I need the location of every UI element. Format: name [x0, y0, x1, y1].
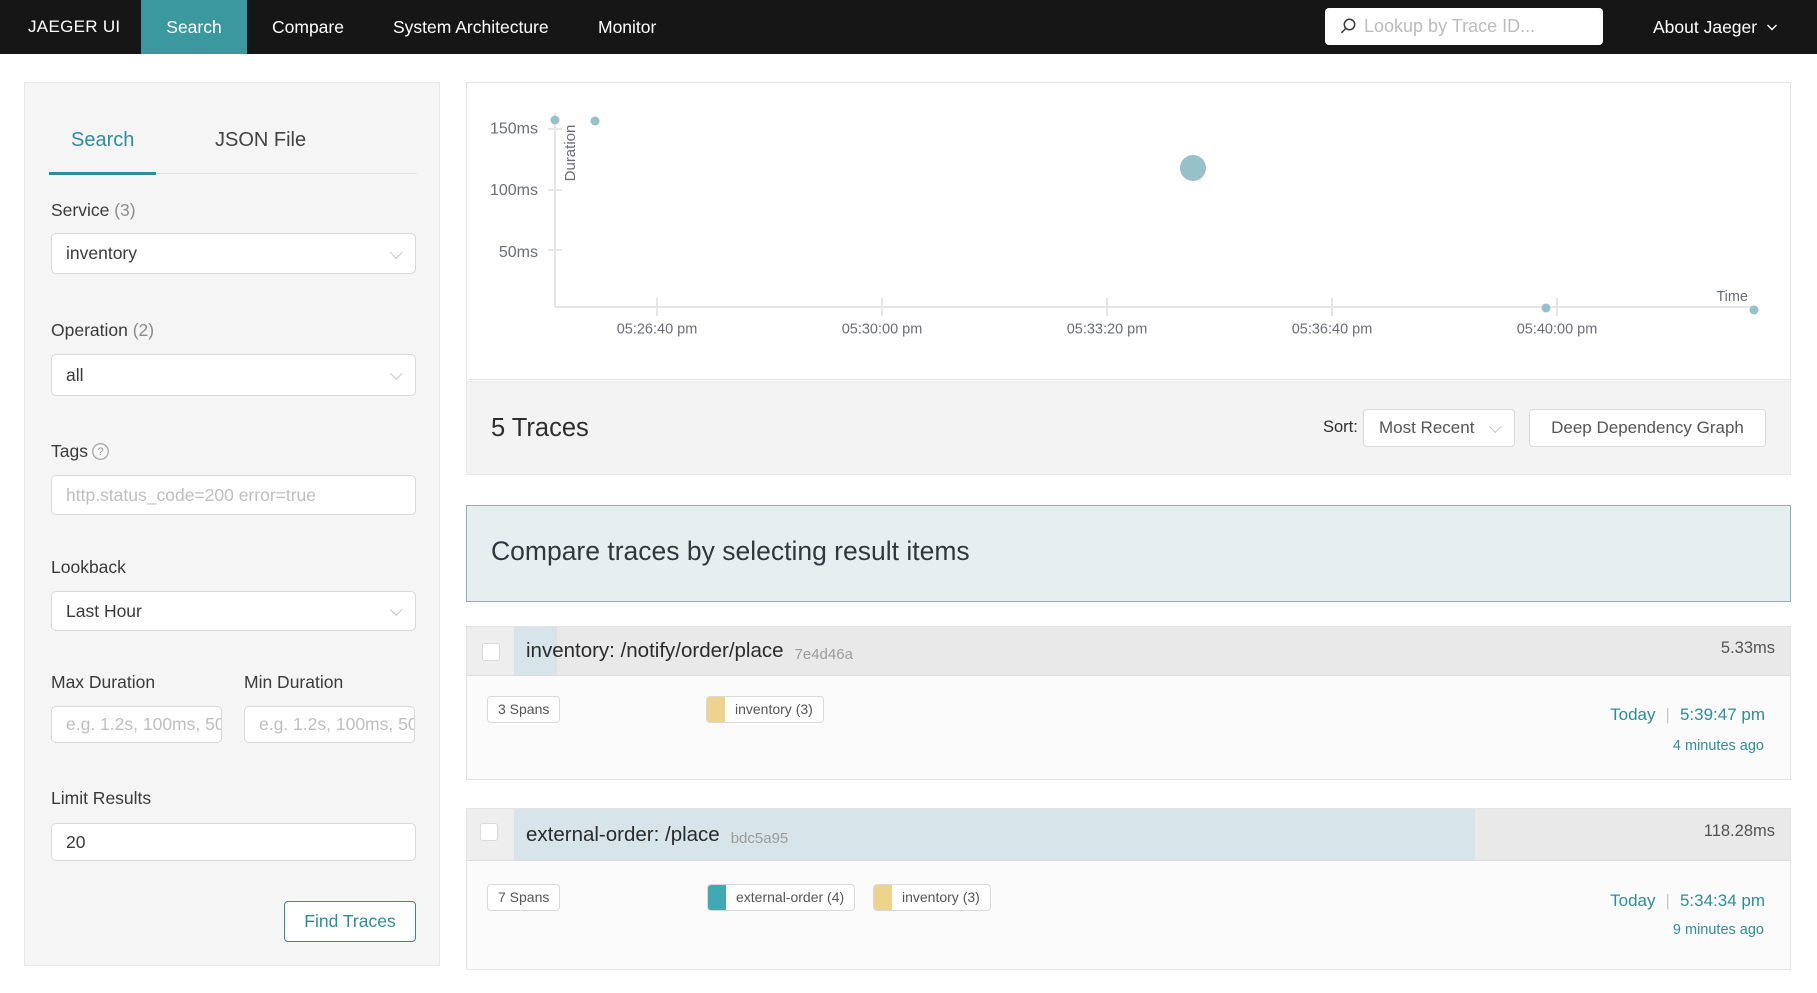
svg-text:05:30:00 pm: 05:30:00 pm: [842, 322, 923, 338]
svg-text:Time: Time: [1716, 289, 1748, 305]
svg-text:50ms: 50ms: [499, 244, 538, 261]
svg-text:05:26:40 pm: 05:26:40 pm: [617, 322, 698, 338]
svg-text:150ms: 150ms: [490, 121, 538, 138]
svg-text:100ms: 100ms: [490, 182, 538, 199]
svg-text:05:36:40 pm: 05:36:40 pm: [1292, 322, 1373, 338]
svg-text:?: ?: [97, 446, 103, 458]
svg-text:05:40:00 pm: 05:40:00 pm: [1517, 322, 1598, 338]
svg-text:Duration: Duration: [562, 125, 579, 182]
svg-text:05:33:20 pm: 05:33:20 pm: [1067, 322, 1148, 338]
